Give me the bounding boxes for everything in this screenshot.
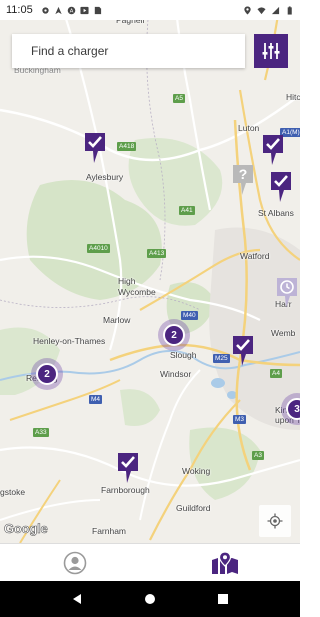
- cluster-count: 3: [286, 398, 300, 420]
- location-a-icon: A: [67, 6, 75, 14]
- road-label: A41: [179, 206, 195, 215]
- charger-pin-available[interactable]: [270, 171, 292, 203]
- place-label: Wemb: [271, 328, 296, 338]
- place-label: Slough: [170, 350, 197, 360]
- cluster-count: 2: [36, 363, 58, 385]
- wifi-icon: [257, 6, 266, 14]
- charger-pin-pending[interactable]: [276, 277, 298, 309]
- recents-icon[interactable]: [217, 593, 229, 605]
- charger-pin-available[interactable]: [262, 134, 284, 166]
- road-label: M3: [233, 415, 247, 424]
- road-label: A3: [252, 451, 264, 460]
- place-label: St Albans: [258, 208, 294, 218]
- road-label: A4010: [87, 244, 110, 253]
- play-store-icon: [80, 6, 89, 14]
- place-label: gstoke: [0, 487, 26, 497]
- gear-icon: [42, 6, 49, 14]
- account-icon: [63, 551, 87, 574]
- map-pin-icon: [212, 550, 238, 574]
- home-icon[interactable]: [144, 593, 156, 605]
- location-pin-icon: [244, 5, 251, 15]
- road-label: A5: [173, 94, 185, 103]
- place-label: High Wycombe: [118, 276, 156, 297]
- filter-button[interactable]: [254, 34, 288, 68]
- charger-cluster[interactable]: 2: [158, 319, 190, 351]
- status-left-icons: A: [41, 6, 102, 15]
- place-label: Marlow: [103, 315, 131, 325]
- crosshair-icon: [267, 513, 283, 529]
- place-label: Farnborough: [101, 485, 150, 495]
- road-label: A413: [147, 249, 167, 258]
- road-label: M40: [181, 311, 198, 320]
- road-label: M4: [89, 395, 103, 404]
- search-bar[interactable]: Find a charger: [12, 34, 245, 68]
- cluster-count: 2: [163, 324, 185, 346]
- place-label: Henley-on-Thames: [33, 336, 106, 346]
- road-label: A4: [270, 369, 282, 378]
- battery-icon: [287, 5, 292, 15]
- place-label: Farnham: [92, 526, 127, 536]
- place-label: Hitc: [286, 92, 300, 102]
- bottom-navigation: [0, 543, 300, 581]
- status-bar: 11:05 A: [0, 0, 300, 20]
- place-label: Guildford: [176, 503, 211, 513]
- my-location-button[interactable]: [259, 505, 291, 537]
- nav-arrow-icon: [55, 6, 62, 14]
- google-logo: Google: [4, 521, 48, 537]
- place-label: Woking: [182, 466, 211, 476]
- charger-pin-available[interactable]: [84, 132, 106, 164]
- status-time: 11:05: [6, 4, 33, 16]
- cellular-icon: [271, 6, 280, 14]
- question-icon: ?: [239, 166, 248, 182]
- charger-pin-unknown[interactable]: ?: [232, 164, 254, 196]
- road-label: A33: [33, 428, 49, 437]
- road-label: M25: [213, 354, 230, 363]
- charger-pin-available[interactable]: [232, 335, 254, 367]
- place-label: Luton: [238, 123, 260, 133]
- system-navigation-bar: [0, 581, 300, 617]
- map-view[interactable]: Newport Pagnell Buckingham Aylesbury Lut…: [0, 0, 300, 543]
- place-label: Aylesbury: [86, 172, 124, 182]
- charger-cluster[interactable]: 2: [31, 358, 63, 390]
- place-label: Windsor: [160, 369, 192, 379]
- road-label: A418: [117, 142, 137, 151]
- search-input[interactable]: Find a charger: [31, 44, 108, 58]
- sd-card-icon: [94, 6, 101, 14]
- sliders-icon: [262, 43, 280, 59]
- back-icon[interactable]: [71, 593, 83, 605]
- tab-account[interactable]: [0, 544, 150, 581]
- map-base: [0, 0, 300, 543]
- place-label: Watford: [240, 251, 270, 261]
- charger-pin-available[interactable]: [117, 452, 139, 484]
- svg-text:A: A: [69, 8, 73, 14]
- tab-map[interactable]: [150, 544, 300, 581]
- status-right-icons: [243, 5, 294, 15]
